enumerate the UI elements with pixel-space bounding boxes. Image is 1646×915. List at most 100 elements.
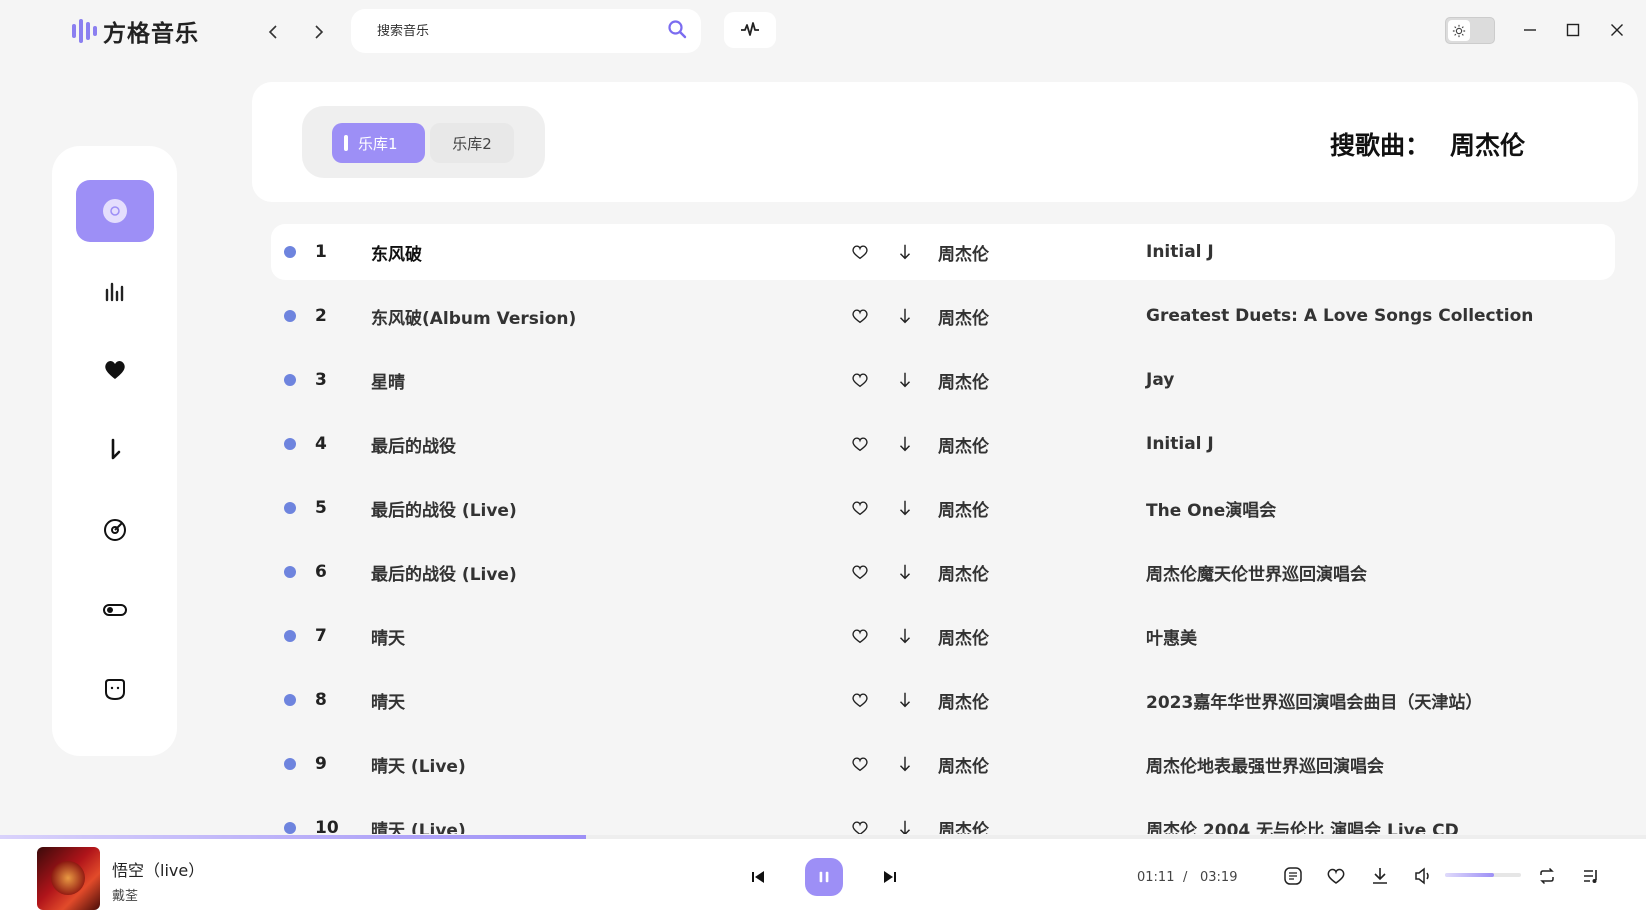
sidebar-item-favorites[interactable] [76, 339, 154, 401]
maximize-icon [1566, 23, 1580, 37]
playlist-icon[interactable] [1581, 866, 1601, 886]
song-artist[interactable]: 周杰伦 [938, 240, 989, 265]
download-icon[interactable] [896, 755, 914, 773]
search-input[interactable] [377, 23, 667, 39]
theme-toggle[interactable] [1445, 17, 1495, 44]
heart-icon[interactable] [851, 243, 869, 261]
song-artist[interactable]: 周杰伦 [938, 368, 989, 393]
album-cover[interactable] [37, 847, 100, 910]
heart-icon[interactable] [851, 435, 869, 453]
song-row[interactable]: 3 星晴 周杰伦 Jay [271, 352, 1615, 408]
minimize-button[interactable] [1518, 18, 1542, 42]
heart-icon[interactable] [851, 755, 869, 773]
maximize-button[interactable] [1561, 18, 1585, 42]
previous-track-icon[interactable] [748, 867, 768, 887]
sidebar-item-about[interactable] [76, 659, 154, 721]
heart-icon[interactable] [851, 691, 869, 709]
song-artist[interactable]: 周杰伦 [938, 304, 989, 329]
song-album[interactable]: Initial J [1146, 242, 1214, 262]
download-icon[interactable] [896, 563, 914, 581]
song-title[interactable]: 东风破 [371, 240, 422, 265]
song-artist[interactable]: 周杰伦 [938, 688, 989, 713]
recognize-music-button[interactable] [724, 12, 776, 48]
song-artist[interactable]: 周杰伦 [938, 752, 989, 777]
download-icon[interactable] [896, 691, 914, 709]
song-artist[interactable]: 周杰伦 [938, 560, 989, 585]
song-title[interactable]: 晴天 [371, 624, 405, 649]
song-title[interactable]: 最后的战役 [371, 432, 456, 457]
heart-icon[interactable] [851, 499, 869, 517]
sidebar-item-settings[interactable] [76, 579, 154, 641]
now-playing-title: 悟空（live） [112, 861, 205, 880]
song-row[interactable]: 4 最后的战役 周杰伦 Initial J [271, 416, 1615, 472]
download-icon[interactable] [896, 243, 914, 261]
back-button[interactable] [262, 18, 286, 46]
sidebar-item-radar[interactable] [76, 499, 154, 561]
song-title[interactable]: 晴天 (Live) [371, 816, 466, 835]
song-artist[interactable]: 周杰伦 [938, 496, 989, 521]
like-icon[interactable] [1326, 866, 1346, 886]
song-artist[interactable]: 周杰伦 [938, 432, 989, 457]
tab-library-2[interactable]: 乐库2 [430, 123, 514, 163]
download-icon[interactable] [896, 627, 914, 645]
pause-button[interactable] [805, 858, 843, 896]
song-row[interactable]: 10 晴天 (Live) 周杰伦 周杰伦 2004 无与伦比 演唱会 Live CD [271, 800, 1615, 834]
song-title[interactable]: 晴天 [371, 688, 405, 713]
song-album[interactable]: Greatest Duets: A Love Songs Collection [1146, 306, 1533, 326]
heart-icon[interactable] [851, 371, 869, 389]
song-row[interactable]: 2 东风破(Album Version) 周杰伦 Greatest Duets: A … [271, 288, 1615, 344]
song-title[interactable]: 最后的战役 (Live) [371, 560, 517, 585]
song-title[interactable]: 最后的战役 (Live) [371, 496, 517, 521]
song-row[interactable]: 6 最后的战役 (Live) 周杰伦 周杰伦魔天伦世界巡回演唱会 [271, 544, 1615, 600]
search-button[interactable] [667, 19, 687, 43]
song-album[interactable]: 周杰伦 2004 无与伦比 演唱会 Live CD [1146, 816, 1459, 835]
volume-slider[interactable] [1445, 873, 1521, 877]
song-row[interactable]: 7 晴天 周杰伦 叶惠美 [271, 608, 1615, 664]
playback-progress[interactable] [0, 835, 1646, 839]
next-track-icon[interactable] [880, 867, 900, 887]
song-dot [284, 822, 296, 834]
sidebar [52, 146, 177, 756]
heart-icon[interactable] [851, 307, 869, 325]
song-artist[interactable]: 周杰伦 [938, 816, 989, 835]
download-icon[interactable] [896, 819, 914, 834]
download-icon[interactable] [1370, 866, 1390, 886]
song-album[interactable]: 2023嘉年华世界巡回演唱会曲目（天津站） [1146, 688, 1482, 713]
playback-progress-fill [0, 835, 586, 839]
song-title[interactable]: 星晴 [371, 368, 405, 393]
song-title[interactable]: 东风破(Album Version) [371, 304, 576, 329]
download-icon[interactable] [896, 371, 914, 389]
sidebar-item-charts[interactable] [76, 260, 154, 322]
heart-icon[interactable] [851, 563, 869, 581]
lyrics-icon[interactable] [1283, 866, 1303, 886]
song-row[interactable]: 5 最后的战役 (Live) 周杰伦 The One演唱会 [271, 480, 1615, 536]
song-row[interactable]: 1 东风破 周杰伦 Initial J [271, 224, 1615, 280]
close-button[interactable] [1605, 18, 1629, 42]
volume-icon[interactable] [1413, 866, 1433, 886]
song-album[interactable]: 叶惠美 [1146, 624, 1197, 649]
sidebar-item-downloads[interactable] [76, 419, 154, 481]
song-album[interactable]: The One演唱会 [1146, 496, 1276, 521]
heart-icon[interactable] [851, 627, 869, 645]
song-album[interactable]: 周杰伦魔天伦世界巡回演唱会 [1146, 560, 1367, 585]
close-icon [1611, 24, 1623, 36]
heart-icon[interactable] [851, 819, 869, 834]
song-number: 2 [315, 306, 327, 326]
download-icon[interactable] [896, 435, 914, 453]
download-icon[interactable] [896, 307, 914, 325]
song-number: 7 [315, 626, 327, 646]
song-title[interactable]: 晴天 (Live) [371, 752, 466, 777]
tab-library-1[interactable]: 乐库1 [332, 123, 425, 163]
time-separator: / [1183, 870, 1188, 885]
song-album[interactable]: Jay [1146, 370, 1174, 390]
download-icon[interactable] [896, 499, 914, 517]
song-album[interactable]: Initial J [1146, 434, 1214, 454]
song-album[interactable]: 周杰伦地表最强世界巡回演唱会 [1146, 752, 1384, 777]
sidebar-item-discover[interactable] [76, 180, 154, 242]
player-bar: 悟空（live） 戴荃 01:11 / 03:19 [0, 835, 1646, 915]
song-row[interactable]: 8 晴天 周杰伦 2023嘉年华世界巡回演唱会曲目（天津站） [271, 672, 1615, 728]
repeat-icon[interactable] [1537, 866, 1557, 886]
song-artist[interactable]: 周杰伦 [938, 624, 989, 649]
song-row[interactable]: 9 晴天 (Live) 周杰伦 周杰伦地表最强世界巡回演唱会 [271, 736, 1615, 792]
forward-button[interactable] [306, 18, 330, 46]
